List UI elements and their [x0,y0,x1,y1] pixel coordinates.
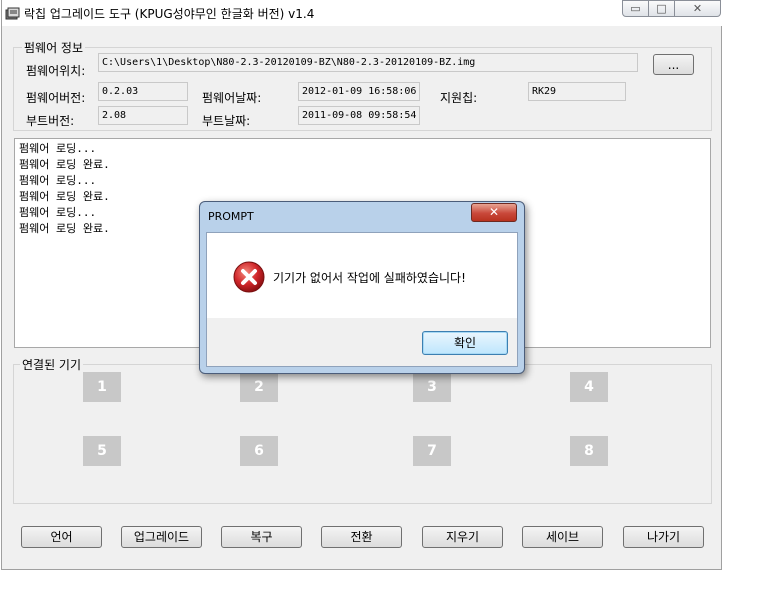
device-slot-6: 6 [240,436,278,466]
upgrade-button[interactable]: 업그레이드 [121,526,202,548]
minimize-icon: ▭ [630,2,641,15]
dialog-body: 기기가 없어서 작업에 실패하였습니다! 확인 [206,232,518,367]
log-line: 펌웨어 로딩... [19,142,97,155]
exit-button[interactable]: 나가기 [623,526,704,548]
device-slot-5: 5 [83,436,121,466]
log-line: 펌웨어 로딩 완료. [19,158,110,171]
boot-version-field: 2.08 [98,106,188,125]
boot-version-label: 부트버전: [26,114,75,128]
close-icon: ✕ [692,2,703,15]
error-icon [233,261,265,293]
close-button[interactable]: ✕ [674,0,721,17]
browse-button[interactable]: ... [653,54,694,75]
firmware-info-legend: 펌웨어 정보 [22,39,86,56]
connected-devices-legend: 연결된 기기 [20,356,84,373]
restore-button[interactable]: 복구 [221,526,302,548]
log-line: 펌웨어 로딩... [19,174,97,187]
firmware-location-label: 펌웨어위치: [26,64,86,78]
erase-button[interactable]: 지우기 [422,526,503,548]
dialog-close-button[interactable]: ✕ [471,203,517,222]
device-slot-2: 2 [240,372,278,402]
dialog-title: PROMPT [208,210,254,223]
device-slot-4: 4 [570,372,608,402]
chip-field: RK29 [528,82,626,101]
title-bar: 락칩 업그레이드 도구 (KPUG성야무인 한글화 버전) v1.4 ▭ □ ✕ [2,0,723,26]
device-slot-7: 7 [413,436,451,466]
switch-button[interactable]: 전환 [321,526,402,548]
firmware-version-field: 0.2.03 [98,82,188,101]
language-button[interactable]: 언어 [21,526,102,548]
device-slot-1: 1 [83,372,121,402]
dialog-message: 기기가 없어서 작업에 실패하였습니다! [273,271,466,285]
firmware-location-field[interactable]: C:\Users\1\Desktop\N80-2.3-20120109-BZ\N… [98,53,638,72]
firmware-date-label: 펌웨어날짜: [202,91,262,105]
window-title: 락칩 업그레이드 도구 (KPUG성야무인 한글화 버전) v1.4 [24,7,315,21]
app-icon [5,7,20,20]
dialog-content: 기기가 없어서 작업에 실패하였습니다! [207,233,517,318]
firmware-version-label: 펌웨어버전: [26,91,86,105]
device-slot-3: 3 [413,372,451,402]
save-button[interactable]: 세이브 [522,526,603,548]
close-icon: ✕ [488,205,500,219]
device-slot-8: 8 [570,436,608,466]
boot-date-label: 부트날짜: [202,114,251,128]
firmware-date-field: 2012-01-09 16:58:06 [298,82,420,101]
minimize-button[interactable]: ▭ [622,0,649,17]
maximize-button[interactable]: □ [648,0,675,17]
boot-date-field: 2011-09-08 09:58:54 [298,106,420,125]
maximize-icon: □ [656,2,667,15]
prompt-dialog: PROMPT ✕ 기기가 없어서 작업에 실패하였습니다! 확인 [199,201,525,374]
ok-button[interactable]: 확인 [422,331,508,355]
chip-label: 지원칩: [440,91,478,105]
